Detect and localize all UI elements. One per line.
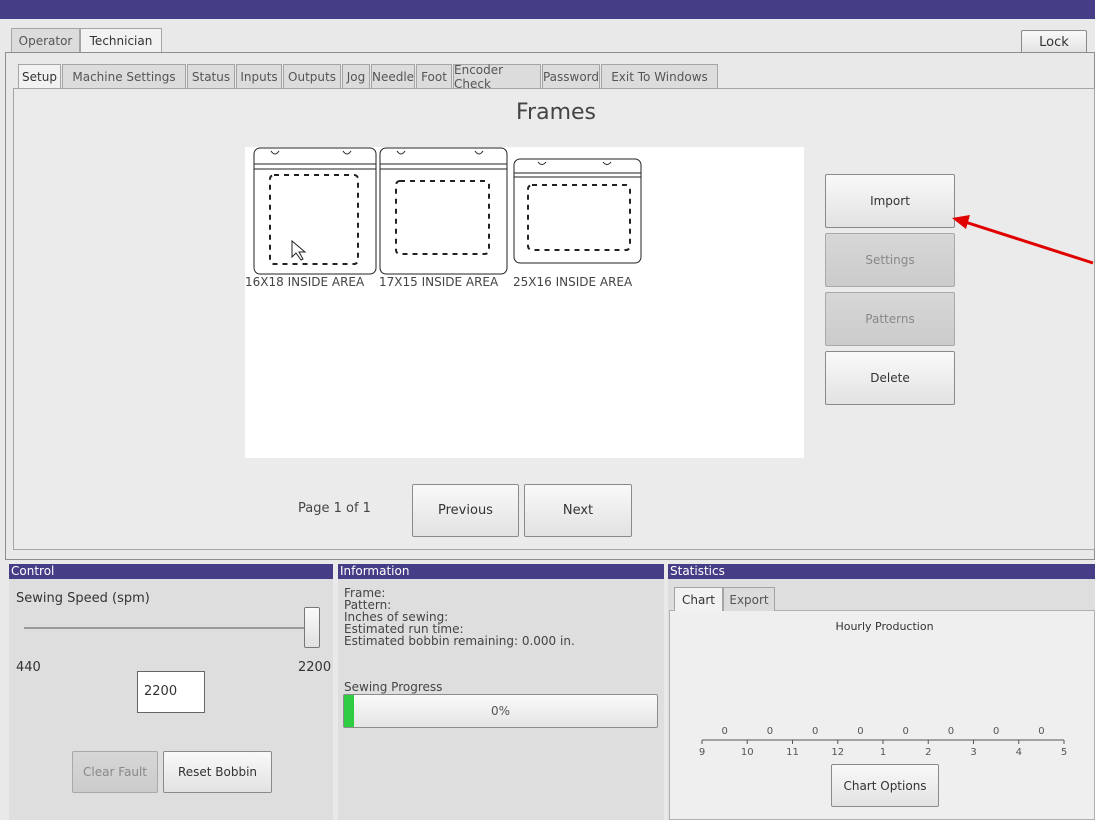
chart-data-label: 0 xyxy=(721,726,727,737)
chart-tick-label: 3 xyxy=(970,747,976,758)
info-bobbin: Estimated bobbin remaining: 0.000 in. xyxy=(344,634,575,648)
chart-tick-label: 12 xyxy=(831,747,844,758)
tab-technician[interactable]: Technician xyxy=(80,28,162,52)
chart-tick-label: 10 xyxy=(741,747,754,758)
speed-input[interactable]: 2200 xyxy=(137,671,205,713)
chart-data-label: 0 xyxy=(857,726,863,737)
sewing-progress-bar: 0% xyxy=(343,694,658,728)
tab-chart[interactable]: Chart xyxy=(674,587,723,611)
frame-25x16-icon xyxy=(513,158,642,264)
chart-tick-label: 5 xyxy=(1061,747,1067,758)
speed-slider-track[interactable] xyxy=(24,627,320,629)
tab-exit-to-windows[interactable]: Exit To Windows xyxy=(601,64,718,88)
frame-17x15-icon xyxy=(379,147,508,275)
chart-data-label: 0 xyxy=(1038,726,1044,737)
frame-label: 17X15 INSIDE AREA xyxy=(379,275,499,289)
chart-tick-label: 11 xyxy=(786,747,799,758)
patterns-button[interactable]: Patterns xyxy=(825,292,955,346)
hourly-production-chart: 9 10 11 12 1 2 3 4 50 0 0 0 0 0 0 0 xyxy=(699,726,1067,758)
tab-machine-settings[interactable]: Machine Settings xyxy=(62,64,186,88)
chart-options-button[interactable]: Chart Options xyxy=(831,764,939,807)
import-button[interactable]: Import xyxy=(825,174,955,228)
speed-max-label: 2200 xyxy=(298,660,332,675)
chart-tick-label: 2 xyxy=(925,747,931,758)
frame-thumbnail[interactable] xyxy=(379,147,509,275)
tab-foot[interactable]: Foot xyxy=(416,64,452,88)
annotation-arrow xyxy=(952,215,1094,265)
next-button[interactable]: Next xyxy=(524,484,632,537)
chart-tick-label: 4 xyxy=(1016,747,1022,758)
chart-data-label: 0 xyxy=(948,726,954,737)
delete-button[interactable]: Delete xyxy=(825,351,955,405)
chart-title: Hourly Production xyxy=(835,620,934,633)
frame-label: 16X18 INSIDE AREA xyxy=(245,275,365,289)
settings-button[interactable]: Settings xyxy=(825,233,955,287)
tab-outputs[interactable]: Outputs xyxy=(283,64,341,88)
statistics-header: Statistics xyxy=(668,564,1095,579)
tab-jog[interactable]: Jog xyxy=(342,64,370,88)
tab-setup[interactable]: Setup xyxy=(18,64,61,88)
title-bar xyxy=(0,0,1095,19)
tab-status[interactable]: Status xyxy=(187,64,235,88)
information-header: Information xyxy=(338,564,664,579)
progress-label: Sewing Progress xyxy=(344,680,443,694)
speed-slider-thumb[interactable] xyxy=(304,607,320,648)
tab-export[interactable]: Export xyxy=(723,587,775,611)
page-title: Frames xyxy=(515,100,596,125)
reset-bobbin-button[interactable]: Reset Bobbin xyxy=(163,751,272,793)
previous-button[interactable]: Previous xyxy=(412,484,519,537)
tab-operator[interactable]: Operator xyxy=(11,28,80,52)
lock-button[interactable]: Lock xyxy=(1021,30,1087,54)
tab-encoder-check[interactable]: Encoder Check xyxy=(453,63,541,91)
speed-label: Sewing Speed (spm) xyxy=(16,591,150,606)
chart-data-label: 0 xyxy=(902,726,908,737)
frame-16x18-icon xyxy=(253,147,377,275)
tab-inputs[interactable]: Inputs xyxy=(236,64,282,88)
clear-fault-button[interactable]: Clear Fault xyxy=(72,751,158,793)
chart-tick-label: 1 xyxy=(880,747,886,758)
frame-label: 25X16 INSIDE AREA xyxy=(513,275,633,289)
frame-thumbnail[interactable] xyxy=(513,158,643,264)
speed-min-label: 440 xyxy=(16,660,41,675)
tab-password[interactable]: Password xyxy=(542,64,600,88)
control-header: Control xyxy=(9,564,333,579)
chart-data-label: 0 xyxy=(767,726,773,737)
chart-data-label: 0 xyxy=(993,726,999,737)
page-indicator: Page 1 of 1 xyxy=(298,501,371,516)
tab-needle[interactable]: Needle xyxy=(371,64,415,88)
progress-text: 0% xyxy=(490,704,511,718)
frame-thumbnail[interactable] xyxy=(253,147,378,275)
chart-data-label: 0 xyxy=(812,726,818,737)
chart-tick-label: 9 xyxy=(699,747,705,758)
information-lines: Frame: Pattern: Inches of sewing: Estima… xyxy=(344,587,575,647)
